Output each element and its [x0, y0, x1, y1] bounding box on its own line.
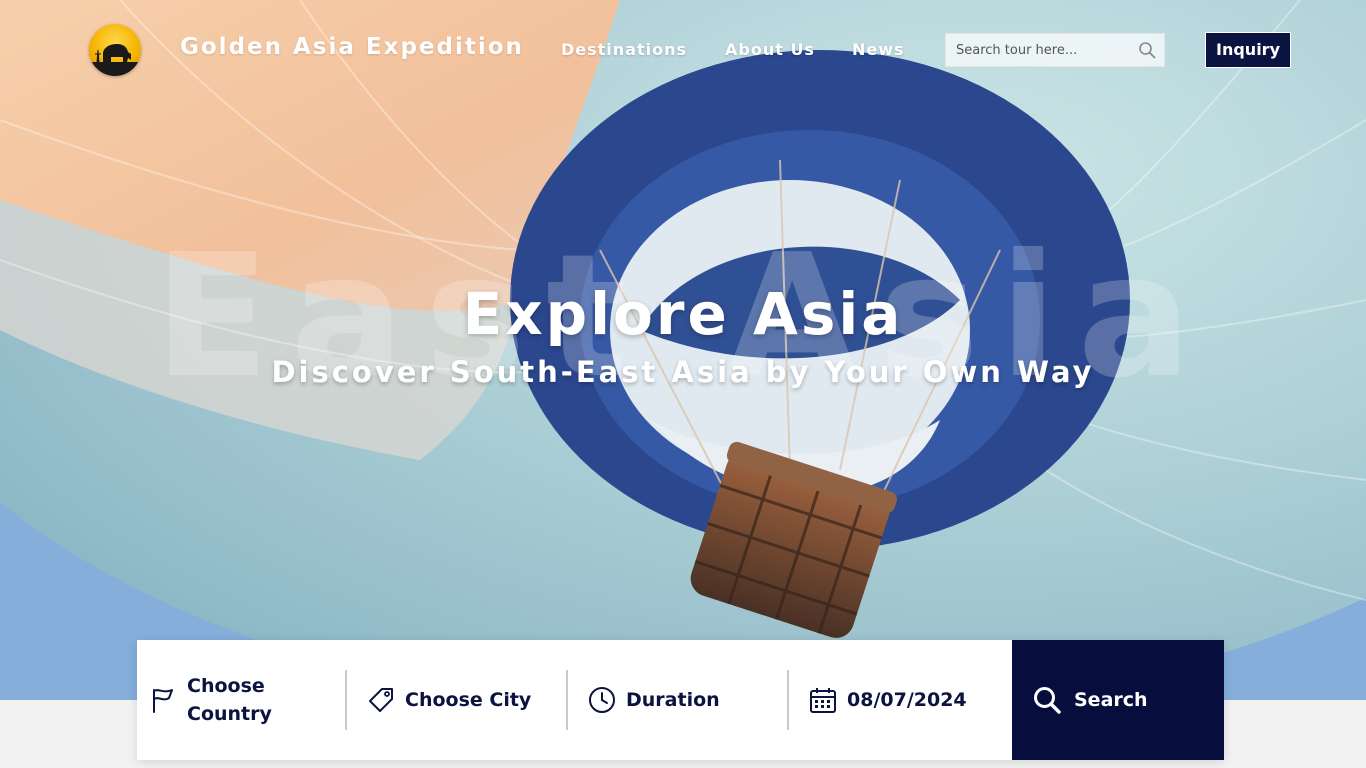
country-select[interactable]: Choose Country: [149, 640, 344, 760]
field-divider: [787, 670, 789, 730]
search-icon[interactable]: [1138, 41, 1156, 59]
duration-select-label: Duration: [626, 689, 720, 711]
search-button[interactable]: Search: [1012, 640, 1224, 760]
brand-logo[interactable]: [89, 24, 141, 76]
search-button-label: Search: [1074, 689, 1148, 711]
city-select-label: Choose City: [405, 689, 532, 711]
tag-icon: [369, 688, 393, 712]
flag-icon: [153, 689, 173, 713]
tour-search-box: [945, 33, 1165, 67]
date-picker[interactable]: 08/07/2024: [809, 640, 1004, 760]
hero-title: Explore Asia: [462, 280, 904, 348]
field-divider: [345, 670, 347, 730]
nav-link-destinations[interactable]: Destinations: [561, 40, 687, 59]
brand-name[interactable]: Golden Asia Expedition: [180, 34, 524, 60]
hero-subtitle: Discover South-East Asia by Your Own Way: [271, 355, 1095, 389]
duration-select[interactable]: Duration: [588, 640, 783, 760]
field-divider: [566, 670, 568, 730]
nav-link-news[interactable]: News: [852, 40, 905, 59]
date-value: 08/07/2024: [847, 689, 967, 711]
city-select[interactable]: Choose City: [367, 640, 562, 760]
calendar-icon: [810, 688, 836, 713]
clock-icon: [589, 687, 615, 713]
tour-filter-bar: Choose Country Choose City Duration 08/0: [137, 640, 1224, 760]
inquiry-button[interactable]: Inquiry: [1205, 32, 1291, 68]
nav-link-about-us[interactable]: About Us: [725, 40, 815, 59]
elephant-logo-icon: [89, 44, 141, 76]
top-navigation: Golden Asia Expedition Destinations Abou…: [0, 0, 1366, 100]
country-select-label: Choose Country: [187, 675, 272, 725]
tour-search-input[interactable]: [946, 34, 1136, 66]
search-icon: [1034, 687, 1061, 714]
